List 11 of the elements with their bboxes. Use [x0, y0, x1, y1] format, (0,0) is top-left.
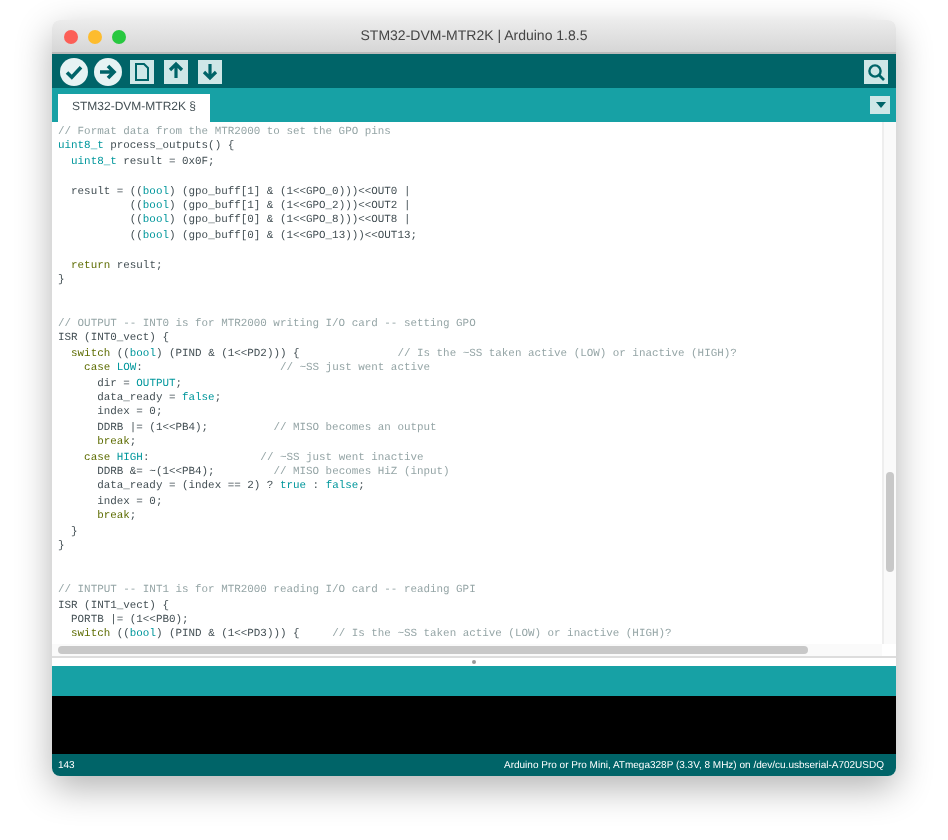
- caret-icon: [875, 102, 885, 108]
- verify-button[interactable]: [58, 56, 88, 86]
- vertical-scrollbar[interactable]: [882, 122, 896, 644]
- horizontal-scrollbar[interactable]: [52, 644, 882, 656]
- upload-button[interactable]: [92, 56, 122, 86]
- splitter-handle[interactable]: [472, 660, 476, 664]
- serial-button[interactable]: [860, 56, 890, 86]
- open-button[interactable]: [160, 56, 190, 86]
- save-button[interactable]: [194, 56, 224, 86]
- tab-menu-button[interactable]: [870, 96, 890, 114]
- new-button[interactable]: [126, 56, 156, 86]
